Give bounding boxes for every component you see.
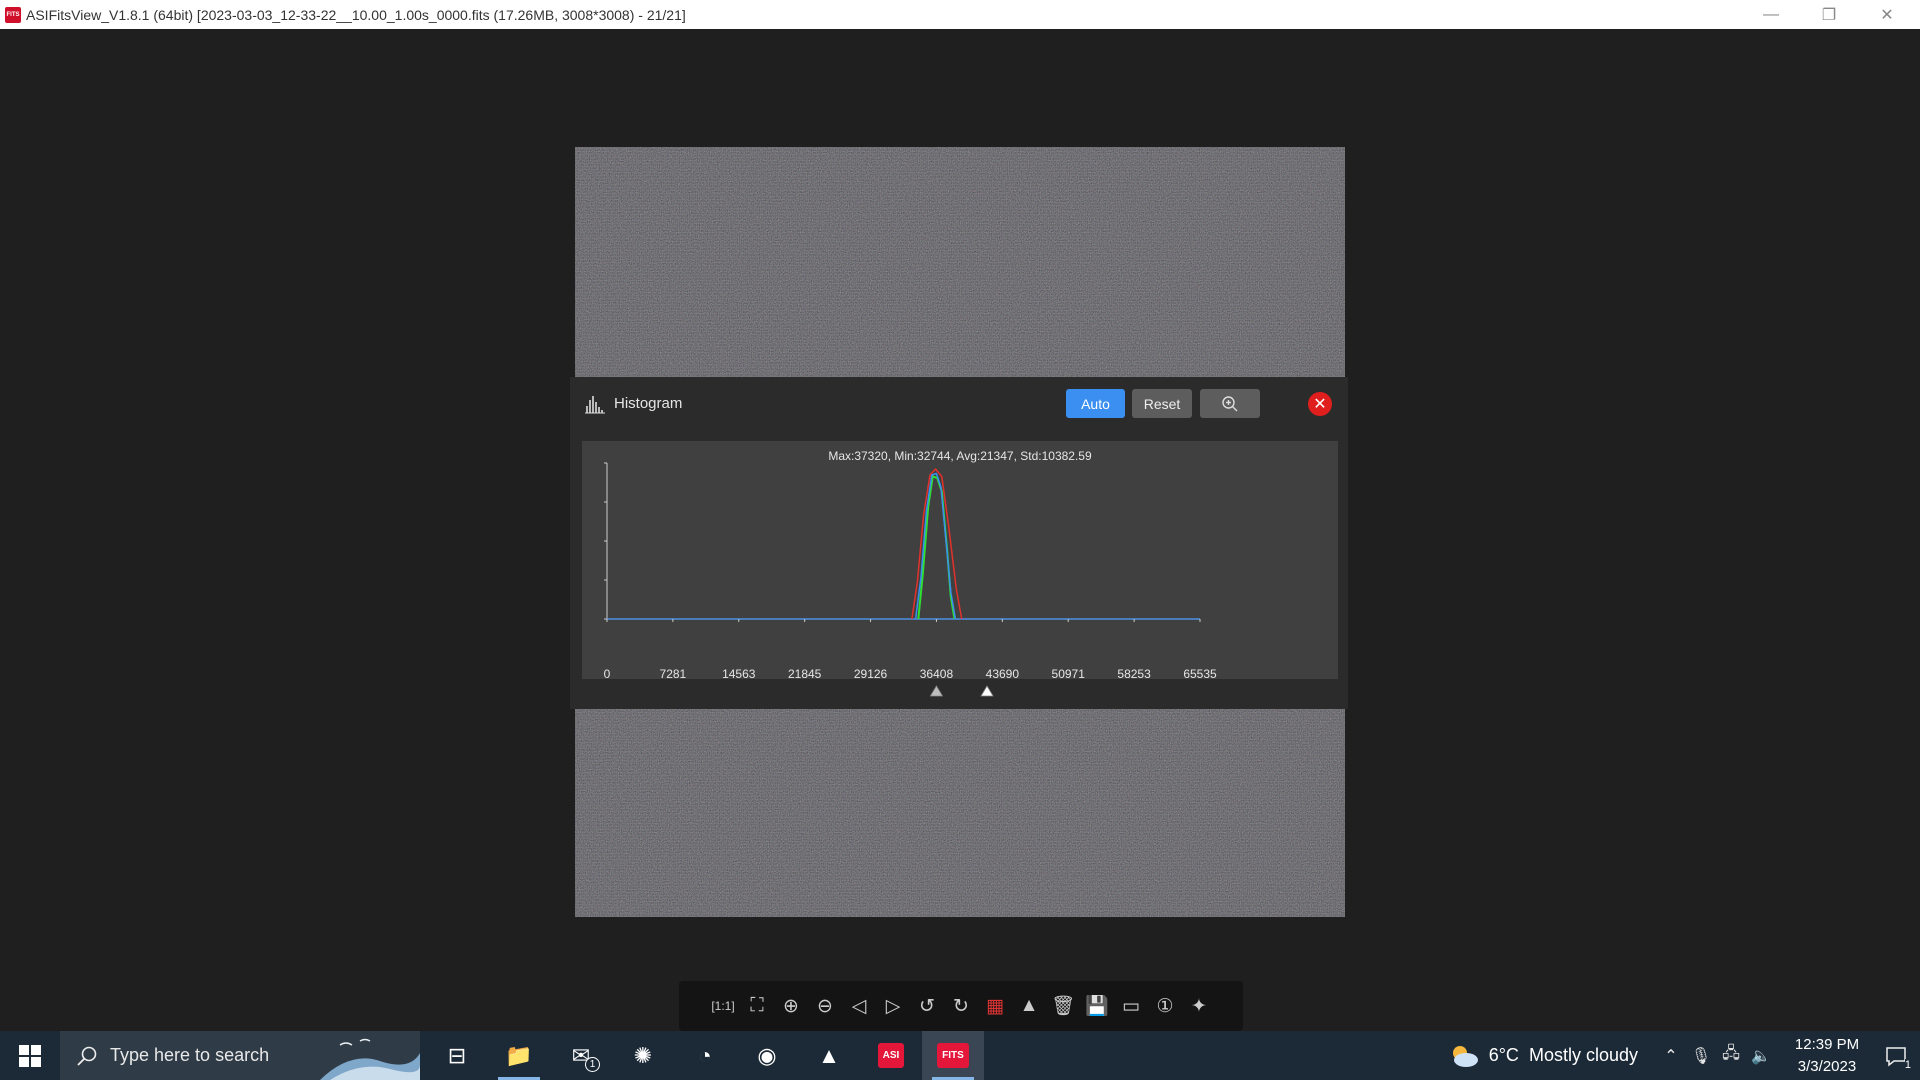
x-tick-label: 14563 xyxy=(722,667,756,681)
level-slider-track xyxy=(929,685,994,697)
fitsview-glyph: FITS xyxy=(937,1043,969,1068)
reset-button[interactable]: Reset xyxy=(1132,389,1192,418)
photos-icon[interactable]: ▲ xyxy=(798,1031,860,1080)
windows-icon xyxy=(19,1044,41,1067)
minimize-icon: — xyxy=(1763,5,1779,23)
zoom-in-icon xyxy=(1222,395,1238,411)
clock-date: 3/3/2023 xyxy=(1797,1057,1857,1075)
rotate-right-icon[interactable]: ↻ xyxy=(944,989,978,1023)
task-view-glyph: ⊟ xyxy=(447,1042,467,1068)
fit-window-icon[interactable]: ⛶ xyxy=(740,989,774,1023)
histogram-panel: Histogram Auto Reset ✕ Max:37320, Min:32… xyxy=(570,377,1348,709)
rotate-left-icon[interactable]: ↺ xyxy=(910,989,944,1023)
x-tick-label: 58253 xyxy=(1117,667,1151,681)
app-k-glyph: ✺ xyxy=(633,1042,653,1068)
chevron-up-icon: ⌃ xyxy=(1664,1047,1678,1065)
close-icon: ✕ xyxy=(1880,6,1894,24)
close-icon: ✕ xyxy=(1313,396,1327,413)
x-tick-label: 65535 xyxy=(1183,667,1217,681)
start-button[interactable] xyxy=(0,1031,60,1080)
previous-icon[interactable]: ◁ xyxy=(842,989,876,1023)
window-title: ASIFitsView_V1.8.1 (64bit) [2023-03-03_1… xyxy=(26,6,686,23)
microphone-icon: 🎙 xyxy=(1690,1047,1712,1065)
x-tick-label: 21845 xyxy=(787,667,822,681)
notification-button[interactable]: 1 xyxy=(1872,1031,1920,1080)
x-tick-label: 29126 xyxy=(853,667,888,681)
stretch-icon[interactable]: ▭ xyxy=(1114,989,1148,1023)
histogram-icon xyxy=(585,396,605,414)
info-icon[interactable]: ① xyxy=(1148,989,1182,1023)
image-viewer[interactable]: Histogram Auto Reset ✕ Max:37320, Min:32… xyxy=(0,29,1920,1031)
black-point-handle[interactable] xyxy=(929,685,944,697)
taskbar-apps: ⊟ 📁 ✉ 1 ✺ ◔ ◉ ▲ ASI FITS xyxy=(426,1031,984,1080)
close-histogram-button[interactable]: ✕ xyxy=(1308,392,1332,416)
x-tick-label: 50971 xyxy=(1051,667,1085,681)
x-tick-label: 43690 xyxy=(985,667,1020,681)
edge-glyph: ◔ xyxy=(698,1042,712,1068)
white-point-handle[interactable] xyxy=(980,685,994,697)
next-icon[interactable]: ▷ xyxy=(876,989,910,1023)
fitsview-icon[interactable]: FITS xyxy=(922,1031,984,1080)
mail-icon[interactable]: ✉ 1 xyxy=(550,1031,612,1080)
microphone-button[interactable]: 🎙 xyxy=(1686,1031,1716,1080)
speaker-icon: 🔈 xyxy=(1751,1047,1771,1065)
asi-studio-glyph: ASI xyxy=(877,1043,905,1068)
histogram-title: Histogram xyxy=(614,395,683,412)
file-explorer-icon[interactable]: 📁 xyxy=(488,1031,550,1080)
asi-studio-icon[interactable]: ASI xyxy=(860,1031,922,1080)
weather-temp: 6°C xyxy=(1488,1045,1519,1065)
app-icon: FITS xyxy=(5,6,21,23)
clock[interactable]: 12:39 PM 3/3/2023 xyxy=(1782,1034,1872,1078)
blue-channel-curve xyxy=(914,472,957,620)
title-bar: FITS ASIFitsView_V1.8.1 (64bit) [2023-03… xyxy=(0,0,1920,29)
mail-badge: 1 xyxy=(585,1057,600,1072)
clock-time: 12:39 PM xyxy=(1794,1035,1860,1053)
zoom-in-icon[interactable]: ⊕ xyxy=(774,989,808,1023)
edge-icon[interactable]: ◔ xyxy=(674,1031,736,1080)
network-icon: 🖧 xyxy=(1722,1045,1740,1062)
star-icon[interactable]: ✦ xyxy=(1182,989,1216,1023)
system-tray: 6°C Mostly cloudy ⌃ 🎙 🖧 🔈 12:39 PM 3/3/2… xyxy=(1447,1031,1920,1080)
level-slider[interactable] xyxy=(570,682,1348,706)
file-explorer-glyph: 📁 xyxy=(505,1042,533,1068)
weather-cloud-icon[interactable] xyxy=(1447,1042,1481,1070)
delete-icon[interactable]: 🗑 xyxy=(1046,989,1080,1023)
stellarium-glyph: ◉ xyxy=(757,1042,777,1068)
actual-size-icon[interactable]: [1:1] xyxy=(706,989,740,1023)
save-icon[interactable]: 💾 xyxy=(1080,989,1114,1023)
search-highlight-art xyxy=(320,1031,420,1080)
x-tick-label: 7281 xyxy=(659,667,687,681)
zoom-out-icon[interactable]: ⊖ xyxy=(808,989,842,1023)
restore-button[interactable]: ❐ xyxy=(1800,0,1858,29)
app-k-icon[interactable]: ✺ xyxy=(612,1031,674,1080)
photos-glyph: ▲ xyxy=(818,1042,840,1068)
debayer-icon[interactable]: ▦ xyxy=(978,989,1012,1023)
x-tick-label: 0 xyxy=(603,667,611,681)
search-placeholder: Type here to search xyxy=(110,1045,270,1065)
viewer-toolbar: [1:1] ⛶ ⊕ ⊖ ◁ ▷ ↺ ↻ ▦ ▲ 🗑 💾 ▭ ① ✦ xyxy=(679,981,1243,1031)
red-channel-curve xyxy=(911,468,963,620)
task-view-icon[interactable]: ⊟ xyxy=(426,1031,488,1080)
taskbar: Type here to search ⊟ 📁 ✉ 1 ✺ ◔ ◉ ▲ ASI FITS 6°C … xyxy=(0,1031,1920,1080)
network-button[interactable]: 🖧 xyxy=(1716,1031,1746,1080)
histogram-plot[interactable]: Max:37320, Min:32744, Avg:21347, Std:103… xyxy=(582,441,1338,681)
stellarium-icon[interactable]: ◉ xyxy=(736,1031,798,1080)
search-icon xyxy=(77,1046,97,1066)
volume-button[interactable]: 🔈 xyxy=(1746,1031,1776,1080)
weather-text: Mostly cloudy xyxy=(1528,1045,1638,1065)
notification-count: 1 xyxy=(1904,1059,1911,1071)
restore-icon: ❐ xyxy=(1821,6,1837,24)
taskbar-search[interactable]: Type here to search xyxy=(60,1031,420,1080)
histogram-chart xyxy=(604,462,1201,622)
minimize-button[interactable]: — xyxy=(1742,0,1800,29)
show-hidden-icons-button[interactable]: ⌃ xyxy=(1656,1031,1686,1080)
histogram-icon[interactable]: ▲ xyxy=(1012,989,1046,1023)
histogram-header: Histogram Auto Reset ✕ xyxy=(570,377,1348,429)
close-window-button[interactable]: ✕ xyxy=(1858,0,1916,29)
histogram-zoom-button[interactable] xyxy=(1200,389,1260,418)
auto-button[interactable]: Auto xyxy=(1066,389,1125,418)
x-tick-label: 36408 xyxy=(919,667,954,681)
weather-widget[interactable]: 6°C Mostly cloudy xyxy=(1489,1045,1638,1066)
